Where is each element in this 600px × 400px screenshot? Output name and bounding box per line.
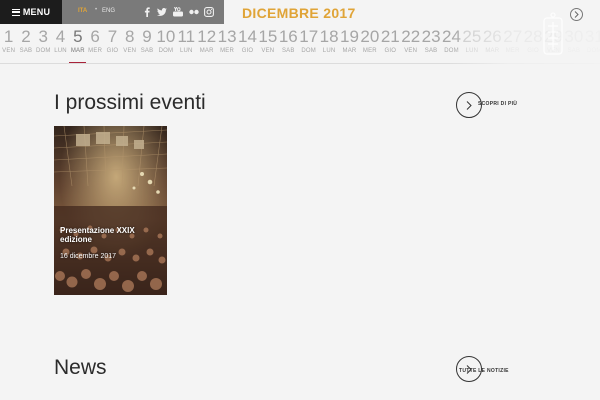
calendar-day-number: 7 (107, 27, 118, 46)
menu-button[interactable]: MENU (0, 0, 62, 24)
event-title[interactable]: Presentazione XXIX edizione (60, 226, 164, 244)
calendar-day-number: 19 (340, 27, 359, 46)
calendar-day-number: 11 (177, 27, 196, 46)
calendar-day[interactable]: 8 VEN (121, 24, 138, 63)
calendar-day-weekday: VEN (2, 48, 16, 54)
current-month-label: DICEMBRE 2017 (242, 5, 356, 21)
calendar-day[interactable]: 9 SAB (138, 24, 155, 63)
chevron-right-icon (574, 11, 579, 18)
calendar-day-number: 17 (299, 27, 319, 46)
instagram-icon[interactable] (204, 6, 214, 17)
calendar-day-number: 23 (421, 27, 441, 46)
calendar-day[interactable]: 22 VEN (401, 24, 421, 63)
calendar-day-weekday: DOM (35, 48, 51, 54)
calendar-day[interactable]: 20 MER (360, 24, 380, 63)
calendar-day-number: 10 (156, 27, 176, 46)
calendar-day-number: 13 (217, 27, 237, 46)
calendar-day-weekday: VEN (123, 48, 137, 54)
news-section-title: News (54, 356, 107, 379)
hamburger-icon (11, 8, 20, 16)
language-separator: • (95, 7, 98, 13)
calendar-day-number: 12 (197, 27, 217, 46)
events-more-label[interactable]: SCOPRI DI PIÙ (478, 101, 517, 107)
top-bar: MENU ITA • ENG DICEMBRE 2017 (0, 0, 600, 24)
calendar-day-number: 1 (3, 27, 14, 46)
language-ita[interactable]: ITA (78, 8, 87, 14)
calendar-day[interactable]: 19 MAR (339, 24, 359, 63)
calendar-day[interactable]: 6 MER (87, 24, 104, 63)
flickr-icon[interactable] (189, 6, 199, 17)
calendar-day[interactable]: 7 GIO (104, 24, 121, 63)
calendar-day[interactable]: 3 DOM (35, 24, 52, 63)
day-strip-fade-overlay (448, 24, 600, 64)
calendar-day[interactable]: 21 GIO (380, 24, 400, 63)
calendar-day-weekday: MER (88, 48, 103, 54)
calendar-day[interactable]: 12 MAR (197, 24, 217, 63)
calendar-day-weekday: MAR (199, 48, 214, 54)
calendar-day-weekday: MAR (70, 48, 85, 54)
calendar-day-number: 9 (142, 27, 152, 46)
event-date: 16 dicembre 2017 (60, 253, 117, 260)
calendar-day-number: 20 (360, 27, 380, 46)
calendar-day-number: 15 (258, 27, 278, 46)
calendar-day-weekday: DOM (158, 48, 174, 54)
calendar-day[interactable]: 1 VEN (0, 24, 17, 63)
event-photo-concert-hall (54, 126, 167, 295)
calendar-day[interactable]: 14 GIO (237, 24, 257, 63)
facebook-icon[interactable] (142, 6, 152, 17)
calendar-day-weekday: DOM (301, 48, 316, 54)
youtube-icon[interactable] (173, 6, 183, 17)
next-month-button[interactable] (570, 8, 583, 21)
calendar-day[interactable]: 4 LUN (52, 24, 69, 63)
twitter-icon[interactable] (157, 6, 167, 17)
calendar-day[interactable]: 10 DOM (156, 24, 176, 63)
calendar-day-number: 5 (73, 27, 83, 46)
calendar-day-weekday: GIO (106, 48, 119, 54)
calendar-day[interactable]: 23 SAB (421, 24, 441, 63)
calendar-day[interactable]: 2 SAB (17, 24, 34, 63)
language-eng[interactable]: ENG (102, 8, 115, 14)
calendar-day-number: 22 (401, 27, 421, 46)
calendar-day[interactable]: 5 MAR (69, 24, 87, 63)
calendar-day-weekday: LUN (54, 48, 67, 54)
calendar-day-weekday: SAB (19, 48, 33, 54)
calendar-day-number: 18 (319, 27, 339, 46)
calendar-day-number: 16 (278, 27, 298, 46)
calendar-day-weekday: SAB (140, 48, 154, 54)
calendar-day[interactable]: 17 DOM (299, 24, 319, 63)
festival-logo-watermark (543, 12, 563, 55)
calendar-day-number: 14 (238, 27, 257, 46)
calendar-day-number: 6 (90, 27, 100, 46)
events-section-title: I prossimi eventi (54, 91, 206, 114)
menu-label: MENU (22, 7, 51, 17)
calendar-day[interactable]: 18 LUN (319, 24, 339, 63)
language-social-bar: ITA • ENG (62, 0, 224, 24)
calendar-day[interactable]: 13 MER (217, 24, 237, 63)
calendar-day[interactable]: 11 LUN (176, 24, 196, 63)
news-more-label[interactable]: TUTTE LE NOTIZIE (459, 368, 509, 374)
calendar-day-number: 8 (125, 27, 135, 46)
calendar-day[interactable]: 16 SAB (278, 24, 298, 63)
calendar-day-number: 3 (38, 27, 48, 46)
event-card[interactable]: Presentazione XXIX edizione 16 dicembre … (54, 126, 167, 295)
calendar-day[interactable]: 15 VEN (258, 24, 278, 63)
calendar-day-number: 2 (21, 27, 31, 46)
chevron-right-icon (466, 100, 472, 110)
calendar-day-number: 4 (55, 27, 66, 46)
calendar-day-number: 21 (380, 27, 400, 46)
